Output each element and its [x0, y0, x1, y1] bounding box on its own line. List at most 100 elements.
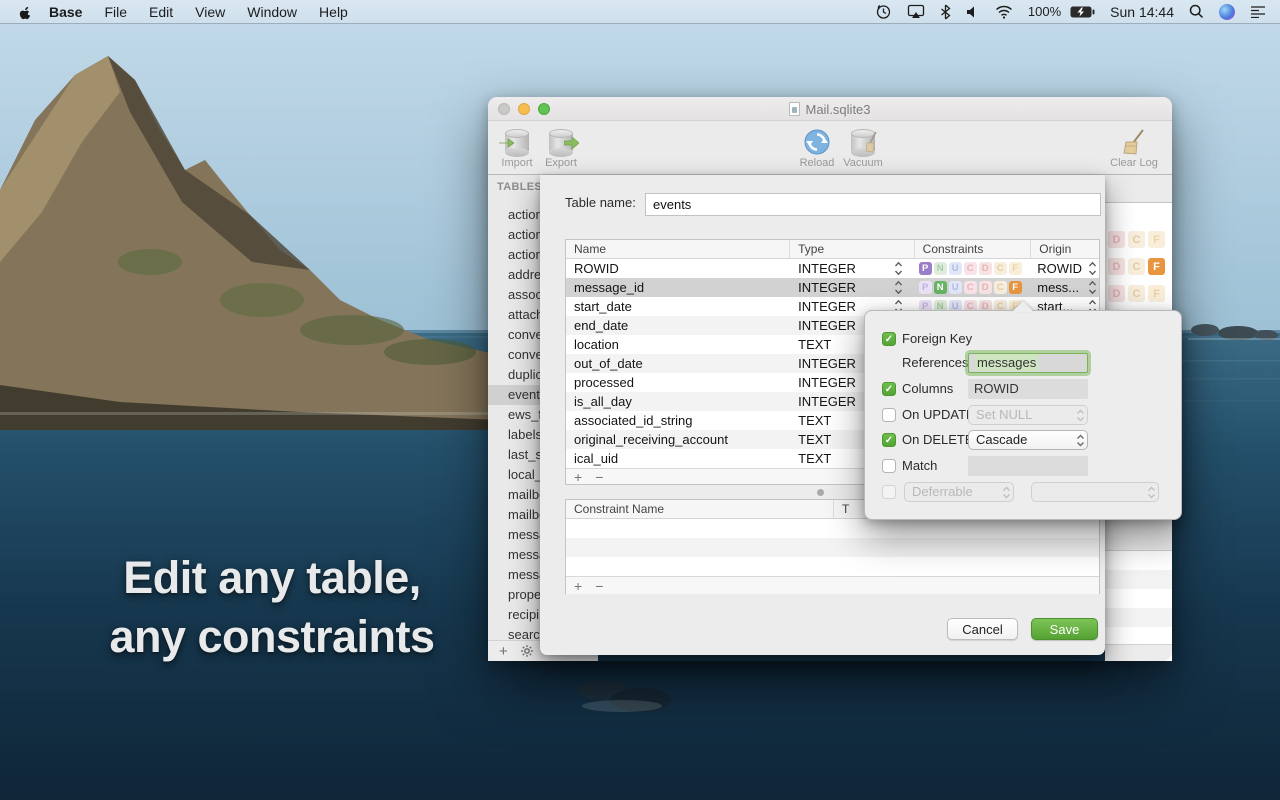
menu-file[interactable]: File: [104, 4, 127, 20]
constraint-badge-U[interactable]: U: [948, 262, 962, 275]
constraint-badge-C[interactable]: C: [993, 281, 1007, 294]
type-stepper[interactable]: [894, 279, 903, 296]
reload-button[interactable]: Reload: [794, 126, 840, 169]
airplay-display-icon[interactable]: [907, 4, 925, 19]
origin-stepper[interactable]: [1088, 260, 1097, 277]
column-name-cell[interactable]: start_date: [566, 297, 790, 316]
menu-window[interactable]: Window: [247, 4, 297, 20]
column-header-name[interactable]: Name: [566, 240, 791, 258]
column-header-type[interactable]: Type: [790, 240, 915, 258]
constraint-badge-F[interactable]: F: [1148, 285, 1165, 302]
column-name-cell[interactable]: associated_id_string: [566, 411, 790, 430]
vacuum-button[interactable]: Vacuum: [840, 126, 886, 169]
remove-column-button[interactable]: −: [595, 470, 603, 484]
column-row-ROWID[interactable]: ROWID INTEGER P N U C D C F ROWID: [566, 259, 1099, 278]
constraint-badge-C[interactable]: C: [1128, 231, 1145, 248]
volume-icon[interactable]: [966, 5, 980, 19]
constraint-badge-F[interactable]: F: [1148, 258, 1165, 275]
columns-value-field[interactable]: ROWID: [968, 379, 1088, 399]
app-menu-base[interactable]: Base: [49, 4, 82, 20]
constraint-empty-row[interactable]: [566, 519, 1099, 538]
constraint-badge-D[interactable]: D: [978, 281, 992, 294]
export-button[interactable]: Export: [538, 126, 584, 169]
import-button[interactable]: Import: [494, 126, 540, 169]
constraint-badge-C[interactable]: C: [993, 262, 1007, 275]
constraint-empty-row[interactable]: [566, 557, 1099, 576]
gear-menu-button[interactable]: [520, 644, 534, 658]
constraint-badge-C[interactable]: C: [1128, 258, 1145, 275]
constraint-badge-D[interactable]: D: [1108, 231, 1125, 248]
constraint-empty-row[interactable]: [566, 538, 1099, 557]
add-constraint-button[interactable]: +: [574, 579, 582, 593]
references-input[interactable]: messages: [968, 353, 1088, 373]
table-name-input[interactable]: events: [645, 193, 1101, 216]
column-origin-cell[interactable]: mess...: [1031, 278, 1099, 297]
foreign-key-checkbox[interactable]: ✓: [882, 332, 896, 346]
column-name-cell[interactable]: ROWID: [566, 259, 790, 278]
column-header-origin[interactable]: Origin: [1031, 240, 1099, 258]
column-name-cell[interactable]: is_all_day: [566, 392, 790, 411]
horizontal-scrollbar[interactable]: [817, 489, 824, 496]
deferrable-checkbox[interactable]: [882, 485, 896, 499]
constraint-badge-P[interactable]: P: [918, 281, 932, 294]
deferred-select[interactable]: [1031, 482, 1159, 502]
deferrable-select[interactable]: Deferrable: [904, 482, 1014, 502]
column-name-cell[interactable]: processed: [566, 373, 790, 392]
wifi-icon[interactable]: [995, 5, 1013, 19]
type-stepper[interactable]: [894, 260, 903, 277]
clear-log-button[interactable]: Clear Log: [1104, 126, 1164, 169]
bluetooth-icon[interactable]: [940, 4, 951, 20]
menu-view[interactable]: View: [195, 4, 225, 20]
siri-icon[interactable]: [1219, 3, 1235, 20]
constraint-badge-C[interactable]: C: [963, 262, 977, 275]
constraint-badge-F[interactable]: F: [1008, 281, 1022, 294]
constraint-badge-D[interactable]: D: [1108, 258, 1125, 275]
column-type-cell[interactable]: INTEGER: [790, 278, 915, 297]
on-delete-checkbox[interactable]: ✓: [882, 433, 896, 447]
constraint-badge-U[interactable]: U: [948, 281, 962, 294]
column-name-cell[interactable]: location: [566, 335, 790, 354]
constraint-badge-D[interactable]: D: [1108, 285, 1125, 302]
constraint-badge-D[interactable]: D: [978, 262, 992, 275]
columns-table-header: Name Type Constraints Origin: [566, 240, 1099, 259]
column-header-constraints[interactable]: Constraints: [915, 240, 1032, 258]
menu-clock[interactable]: Sun 14:44: [1110, 4, 1174, 20]
add-table-button[interactable]: +: [499, 644, 508, 659]
constraint-badge-P[interactable]: P: [918, 262, 932, 275]
column-type-cell[interactable]: INTEGER: [790, 259, 915, 278]
window-titlebar[interactable]: Mail.sqlite3: [488, 97, 1172, 121]
column-name-cell[interactable]: original_receiving_account: [566, 430, 790, 449]
on-update-select[interactable]: Set NULL: [968, 405, 1088, 425]
column-name-cell[interactable]: message_id: [566, 278, 790, 297]
cancel-button[interactable]: Cancel: [947, 618, 1018, 640]
constraint-badge-C[interactable]: C: [1128, 285, 1145, 302]
column-origin-cell[interactable]: ROWID: [1031, 259, 1099, 278]
time-machine-icon[interactable]: [875, 3, 892, 20]
on-update-checkbox[interactable]: [882, 408, 896, 422]
match-checkbox[interactable]: [882, 459, 896, 473]
on-delete-select[interactable]: Cascade: [968, 430, 1088, 450]
column-row-message_id[interactable]: message_id INTEGER P N U C D C Fmess...: [566, 278, 1099, 297]
constraint-badge-F[interactable]: F: [1148, 231, 1165, 248]
column-constraints-cell[interactable]: PNUCDCF: [915, 259, 1032, 278]
columns-checkbox[interactable]: ✓: [882, 382, 896, 396]
column-name-cell[interactable]: out_of_date: [566, 354, 790, 373]
apple-menu-icon[interactable]: [18, 4, 33, 20]
save-button[interactable]: Save: [1031, 618, 1098, 640]
battery-icon[interactable]: [1070, 6, 1095, 18]
column-name-cell[interactable]: end_date: [566, 316, 790, 335]
constraint-badge-N[interactable]: N: [933, 281, 947, 294]
add-column-button[interactable]: +: [574, 470, 582, 484]
constraint-badge-C[interactable]: C: [963, 281, 977, 294]
spotlight-search-icon[interactable]: [1189, 4, 1204, 19]
constraint-badge-N[interactable]: N: [933, 262, 947, 275]
constraint-badge-F[interactable]: F: [1008, 262, 1022, 275]
menu-help[interactable]: Help: [319, 4, 348, 20]
column-constraints-cell[interactable]: PNUCDCF: [915, 278, 1032, 297]
match-input[interactable]: [968, 456, 1088, 476]
notification-center-icon[interactable]: [1250, 5, 1266, 18]
remove-constraint-button[interactable]: −: [595, 579, 603, 593]
column-name-cell[interactable]: ical_uid: [566, 449, 790, 468]
origin-stepper[interactable]: [1088, 279, 1097, 296]
menu-edit[interactable]: Edit: [149, 4, 173, 20]
